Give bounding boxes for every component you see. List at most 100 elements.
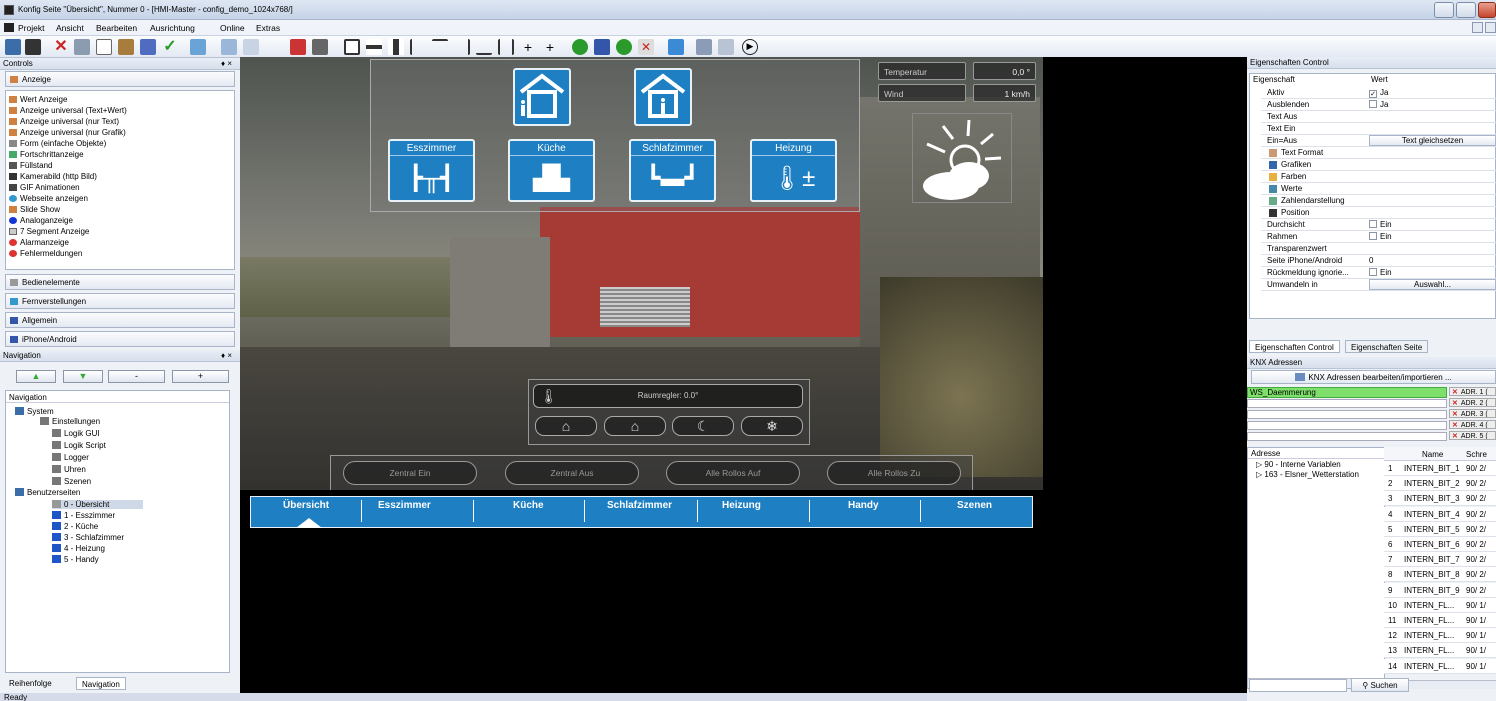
align-left-icon[interactable]: [410, 39, 426, 55]
center-vertical-icon[interactable]: +: [520, 39, 536, 55]
preview-icon[interactable]: [190, 39, 206, 55]
collapse-button[interactable]: -: [108, 370, 165, 383]
property-row[interactable]: Text Aus: [1261, 111, 1496, 123]
save-icon[interactable]: [25, 39, 41, 55]
nav-schlafzimmer[interactable]: Schlafzimmer: [607, 500, 672, 511]
zentral-ein-button[interactable]: Zentral Ein: [343, 461, 477, 485]
knx-address-field[interactable]: [1247, 399, 1447, 408]
property-row[interactable]: Rahmen Ein: [1261, 231, 1496, 243]
nav-esszimmer[interactable]: Esszimmer: [378, 500, 431, 511]
control-item[interactable]: Fortschrittanzeige: [9, 150, 84, 159]
knx-search-input[interactable]: [1249, 679, 1347, 692]
group-bedienelemente[interactable]: Bedienelemente: [5, 274, 235, 290]
control-item[interactable]: Kamerabild (http Bild): [9, 172, 97, 181]
knx-table-row[interactable]: 11 INTERN_FL... 90/ 1/: [1384, 613, 1496, 628]
tree-item-page-4[interactable]: 4 - Heizung: [52, 544, 105, 553]
checkbox[interactable]: [1369, 220, 1377, 228]
nav-handy[interactable]: Handy: [848, 500, 879, 511]
checkbox[interactable]: [1369, 268, 1377, 276]
tree-item-logger[interactable]: Logger: [52, 453, 89, 462]
knx-table-row[interactable]: 4 INTERN_BIT_4 90/ 2/: [1384, 506, 1496, 522]
house-away-tile[interactable]: [513, 68, 571, 126]
mode-comfort-button[interactable]: ⌂: [604, 416, 666, 436]
forward-icon[interactable]: [616, 39, 632, 55]
group-iphone-android[interactable]: iPhone/Android: [5, 331, 235, 347]
knx-table-row[interactable]: 12 INTERN_FL... 90/ 1/: [1384, 628, 1496, 644]
knx-search-button[interactable]: ⚲ Suchen: [1351, 678, 1409, 692]
mdi-restore-button[interactable]: [1485, 22, 1496, 33]
knx-table-row[interactable]: 7 INTERN_BIT_7 90/ 2/: [1384, 552, 1496, 568]
adr-button[interactable]: ✕ ADR. 2 (: [1449, 398, 1496, 407]
device-icon[interactable]: [718, 39, 734, 55]
knx-table-row[interactable]: 9 INTERN_BIT_9 90/ 2/: [1384, 582, 1496, 598]
property-row[interactable]: Grafiken: [1261, 159, 1496, 171]
tab-eigenschaften-seite[interactable]: Eigenschaften Seite: [1345, 340, 1429, 353]
menu-ausrichtung[interactable]: Ausrichtung: [150, 23, 195, 33]
property-row[interactable]: Werte: [1261, 183, 1496, 195]
property-row[interactable]: Position: [1261, 207, 1496, 219]
panel-pin-icon[interactable]: ♦ ×: [221, 59, 232, 68]
knx-tree-item[interactable]: ▷ 90 - Interne Variablen: [1248, 459, 1384, 470]
property-row[interactable]: Ausblenden Ja: [1261, 99, 1496, 111]
knx-table-row[interactable]: 1 INTERN_BIT_1 90/ 2/: [1384, 461, 1496, 476]
adr-button[interactable]: ✕ ADR. 5 (: [1449, 431, 1496, 440]
knx-table-row[interactable]: 2 INTERN_BIT_2 90/ 2/: [1384, 476, 1496, 492]
knx-edit-button[interactable]: KNX Adressen bearbeiten/importieren ...: [1251, 370, 1496, 384]
back-icon[interactable]: [572, 39, 588, 55]
move-down-button[interactable]: ▼: [63, 370, 103, 383]
page-add-icon[interactable]: [243, 39, 259, 55]
property-row[interactable]: Farben: [1261, 171, 1496, 183]
room-schlafzimmer[interactable]: Schlafzimmer ┗▬┛: [629, 139, 716, 202]
knx-table-row[interactable]: 5 INTERN_BIT_5 90/ 2/: [1384, 521, 1496, 537]
transfer-icon[interactable]: [668, 39, 684, 55]
copy-icon[interactable]: [96, 39, 112, 55]
room-heizung[interactable]: Heizung 🌡±: [750, 139, 837, 202]
alle-rollos-auf-button[interactable]: Alle Rollos Auf: [666, 461, 800, 485]
mode-away-button[interactable]: ⌂: [535, 416, 597, 436]
nav-heizung[interactable]: Heizung: [722, 500, 761, 511]
undo-icon[interactable]: [140, 39, 156, 55]
tab-navigation[interactable]: Navigation: [76, 677, 126, 690]
center-horizontal-icon[interactable]: +: [542, 39, 558, 55]
grid-icon[interactable]: [312, 39, 328, 55]
page-icon[interactable]: [221, 39, 237, 55]
zentral-aus-button[interactable]: Zentral Aus: [505, 461, 639, 485]
knx-table-row[interactable]: 10 INTERN_FL... 90/ 1/: [1384, 597, 1496, 613]
menu-online[interactable]: Online: [220, 23, 245, 33]
nav-szenen[interactable]: Szenen: [957, 500, 992, 511]
control-item[interactable]: Fehlermeldungen: [9, 249, 82, 258]
tree-item-page-0[interactable]: 0 - Übersicht: [52, 500, 144, 509]
check-icon[interactable]: ✓: [162, 39, 178, 55]
property-row[interactable]: Transparenzwert: [1261, 243, 1496, 255]
group-fernverstellungen[interactable]: Fernverstellungen: [5, 293, 235, 309]
menu-extras[interactable]: Extras: [256, 23, 280, 33]
control-item[interactable]: Analoganzeige: [9, 216, 73, 225]
mdi-minimize-button[interactable]: [1472, 22, 1483, 33]
adr-button[interactable]: ✕ ADR. 1 (: [1449, 387, 1496, 396]
panel-pin-icon[interactable]: ♦ ×: [221, 351, 232, 360]
house-home-tile[interactable]: [634, 68, 692, 126]
knx-address-field[interactable]: [1247, 410, 1447, 419]
menu-ansicht[interactable]: Ansicht: [56, 23, 84, 33]
tree-item-benutzerseiten[interactable]: Benutzerseiten: [15, 488, 80, 497]
tab-eigenschaften-control[interactable]: Eigenschaften Control: [1249, 340, 1340, 353]
property-row[interactable]: Umwandeln in Auswahl...: [1261, 279, 1496, 291]
property-row[interactable]: Zahlendarstellung: [1261, 195, 1496, 207]
center-icon[interactable]: [344, 39, 360, 55]
tree-item-page-5[interactable]: 5 - Handy: [52, 555, 99, 564]
same-width-icon[interactable]: [388, 39, 404, 55]
align-right-icon[interactable]: [454, 39, 470, 55]
checkbox[interactable]: [1369, 100, 1377, 108]
close-button[interactable]: [1478, 2, 1496, 18]
knx-table-row[interactable]: 6 INTERN_BIT_6 90/ 2/: [1384, 537, 1496, 552]
room-esszimmer[interactable]: Esszimmer ┣╥┫: [388, 139, 475, 202]
control-item[interactable]: 7 Segment Anzeige: [9, 227, 89, 236]
nav-kueche[interactable]: Küche: [513, 500, 544, 511]
knx-address-field[interactable]: [1247, 432, 1447, 441]
knx-table-row[interactable]: 8 INTERN_BIT_8 90/ 2/: [1384, 567, 1496, 583]
control-item[interactable]: Webseite anzeigen: [9, 194, 88, 203]
tab-reihenfolge[interactable]: Reihenfolge: [4, 677, 57, 690]
tree-item-logik-gui[interactable]: Logik GUI: [52, 429, 100, 438]
knx-selected-address[interactable]: WS_Daemmerung: [1247, 387, 1447, 398]
checkbox[interactable]: [1369, 232, 1377, 240]
